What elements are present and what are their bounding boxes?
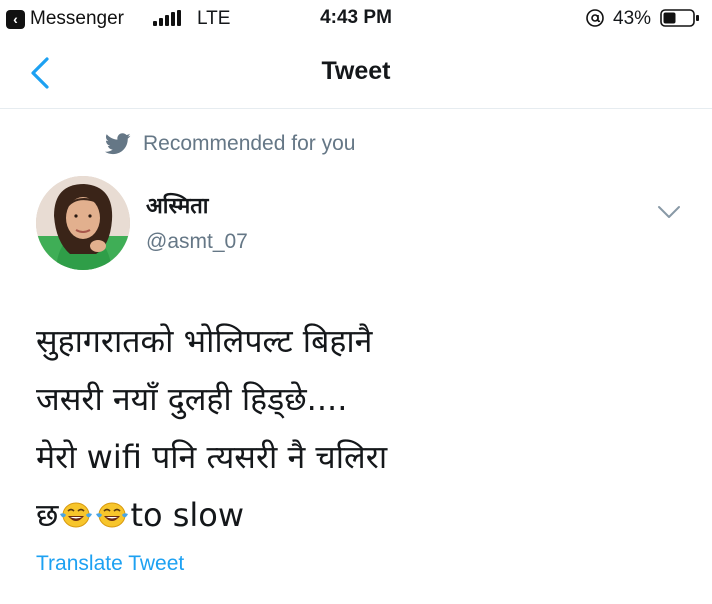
status-bar: ‹ Messenger LTE 4:43 PM 43% [0, 0, 712, 36]
author-display-name[interactable]: अस्मिता [146, 190, 208, 220]
tweet-line-4: छ to slow [36, 486, 676, 544]
status-time: 4:43 PM [320, 7, 392, 28]
battery-icon [660, 9, 699, 27]
translate-tweet-link[interactable]: Translate Tweet [36, 552, 184, 576]
tweet-line-1: सुहागरातको भोलिपल्ट बिहानै [36, 322, 373, 360]
tweet-line-4-end: to slow [130, 496, 245, 534]
page-title: Tweet [321, 57, 391, 85]
avatar[interactable] [36, 176, 130, 270]
tweet-text: सुहागरातको भोलिपल्ट बिहानै जसरी नयाँ दुल… [36, 312, 676, 544]
face-with-tears-of-joy-icon [96, 502, 129, 528]
recommended-for-you-row: Recommended for you [105, 132, 355, 156]
author-handle[interactable]: @asmt_07 [146, 230, 248, 254]
recommended-label: Recommended for you [143, 132, 356, 155]
tweet-line-2: जसरी नयाँ दुलही हिड्छे.... [36, 380, 348, 418]
navigation-bar: Tweet [0, 36, 712, 109]
orientation-lock-icon [586, 9, 604, 27]
face-with-tears-of-joy-icon [60, 502, 93, 528]
tweet-line-3: मेरो wifi पनि त्यसरी नै चलिरा [36, 438, 388, 476]
avatar-photo [36, 176, 130, 270]
battery-percent: 43% [613, 8, 652, 29]
twitter-bird-icon [105, 133, 131, 155]
chevron-down-icon[interactable] [656, 204, 682, 220]
tweet-line-4-start: छ [36, 496, 59, 534]
